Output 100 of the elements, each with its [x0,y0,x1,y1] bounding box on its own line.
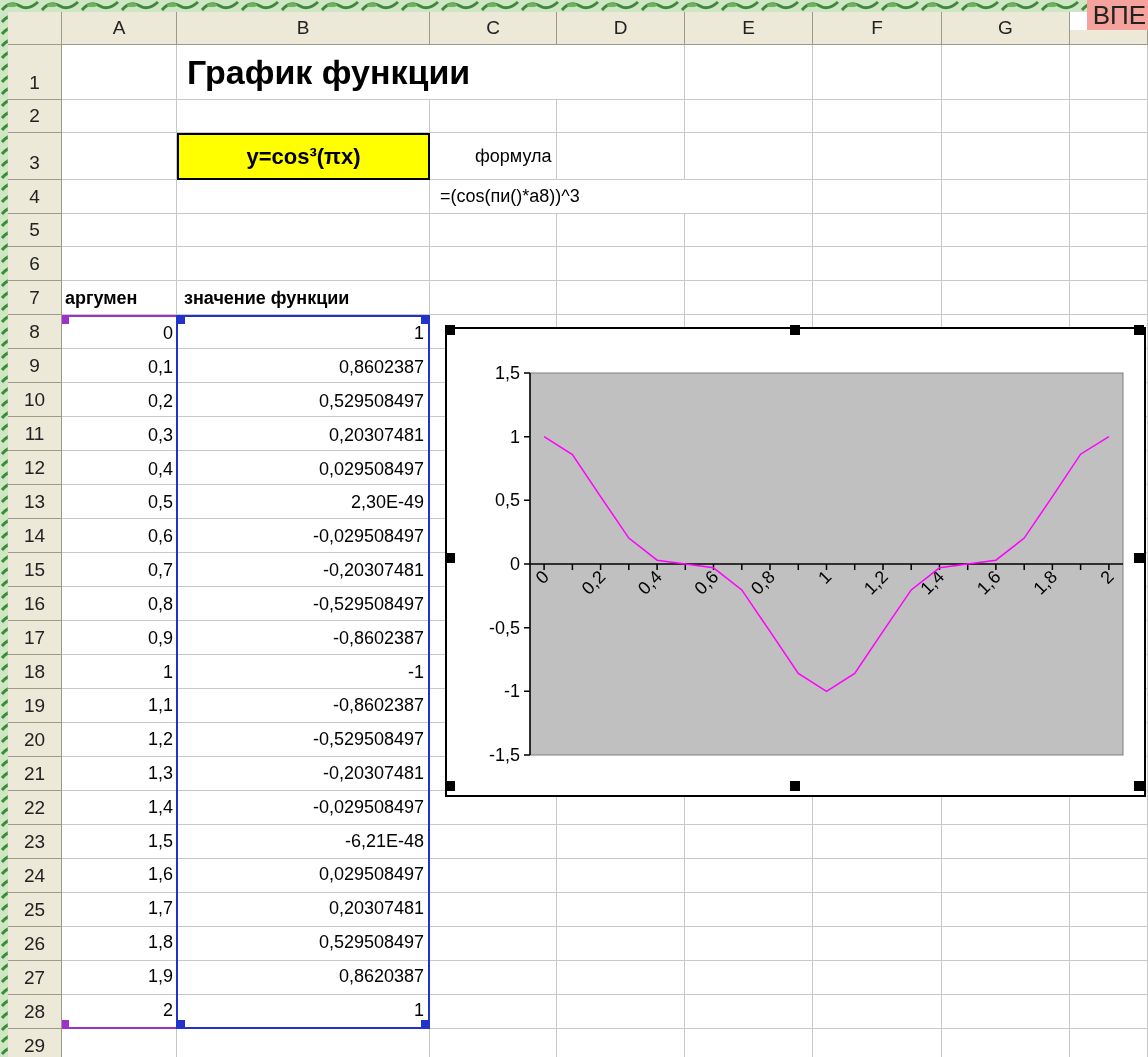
row-header[interactable]: 13 [8,485,62,519]
row-header[interactable]: 17 [8,621,62,655]
table-cell[interactable]: 1,3 [62,756,177,791]
table-cell[interactable]: -0,029508497 [178,790,428,825]
table-cell[interactable]: 2 [62,993,177,1028]
table-cell[interactable]: формула [430,133,557,180]
table-cell[interactable]: 0,3 [62,418,177,453]
table-cell[interactable]: 0,8602387 [178,350,428,385]
row-header[interactable]: 22 [8,791,62,825]
table-cell[interactable]: 0,7 [62,553,177,588]
table-cell[interactable]: -0,8602387 [178,688,428,723]
table-cell[interactable]: -0,529508497 [178,722,428,757]
row-header[interactable]: 11 [8,417,62,451]
table-cell[interactable]: 1,7 [62,891,177,926]
table-cell[interactable]: -0,20307481 [178,756,428,791]
row-header[interactable]: 15 [8,553,62,587]
table-cell[interactable]: 0,029508497 [178,858,428,892]
table-cell[interactable]: аргумен [62,281,177,315]
table-cell[interactable]: 1,9 [62,959,177,994]
row-header[interactable]: 18 [8,655,62,689]
resize-handle[interactable] [790,325,800,335]
chart-area[interactable]: 1,5 1 0,5 0 -0,5 -1 -1,5 0 0,2 0,4 0,6 0,8 1 1,2 1,4 1,6 1,8 2 [445,327,1146,797]
column-header[interactable]: E [685,12,813,45]
row-header[interactable]: 19 [8,689,62,723]
column-header[interactable] [1070,30,1148,45]
resize-handle[interactable] [1134,781,1144,791]
table-cell[interactable]: 0,20307481 [178,891,428,926]
range-handle[interactable] [178,1020,185,1027]
row-header[interactable]: 28 [8,995,62,1029]
row-header[interactable]: 1 [8,45,62,100]
row-header[interactable]: 24 [8,859,62,893]
range-handle[interactable] [421,1020,428,1027]
table-cell[interactable]: 0,529508497 [178,384,428,419]
row-header[interactable]: 29 [8,1029,62,1057]
row-header[interactable]: 12 [8,451,62,485]
row-header[interactable]: 10 [8,383,62,417]
row-header[interactable]: 25 [8,893,62,927]
row-header[interactable]: 14 [8,519,62,553]
row-header[interactable]: 3 [8,133,62,180]
table-cell[interactable]: 1 [62,655,177,689]
row-header[interactable]: 16 [8,587,62,621]
column-header[interactable]: B [177,12,430,45]
table-cell[interactable]: 1 [178,993,428,1028]
resize-handle[interactable] [1134,325,1144,335]
row-header[interactable]: 8 [8,315,62,349]
table-cell[interactable]: 0,20307481 [178,418,428,453]
range-handle[interactable] [421,317,428,324]
row-header[interactable]: 5 [8,214,62,247]
table-cell[interactable]: -1 [178,655,428,689]
row-header[interactable]: 7 [8,281,62,315]
table-cell[interactable]: 1,8 [62,925,177,960]
table-cell[interactable]: 0,8620387 [178,959,428,994]
table-cell[interactable]: 0,4 [62,452,177,487]
table-cell[interactable]: 1,4 [62,790,177,825]
range-handle[interactable] [62,1020,69,1027]
resize-handle[interactable] [445,553,455,563]
row-header[interactable]: 23 [8,825,62,859]
column-header[interactable]: G [942,12,1070,45]
table-cell[interactable]: y=cos³(πx) [177,133,430,180]
resize-handle[interactable] [445,781,455,791]
column-header[interactable]: A [62,12,177,45]
row-header[interactable]: 26 [8,927,62,961]
table-cell[interactable]: 0,5 [62,486,177,520]
range-handle[interactable] [62,317,69,324]
table-cell[interactable]: 0,2 [62,384,177,419]
table-cell[interactable]: 1,2 [62,722,177,757]
table-cell[interactable]: 1,6 [62,858,177,892]
table-cell[interactable]: 1 [178,317,428,351]
table-cell[interactable]: 1,5 [62,824,177,858]
table-cell[interactable]: 0,1 [62,350,177,385]
resize-handle[interactable] [1134,553,1144,563]
table-cell[interactable]: значение функции [177,281,430,315]
select-all-button[interactable] [8,12,62,45]
table-cell[interactable]: -0,529508497 [178,587,428,622]
row-header[interactable]: 21 [8,757,62,791]
axis-label: 1,6 [972,566,1005,599]
column-header[interactable]: F [813,12,942,45]
table-cell[interactable]: 0,8 [62,587,177,622]
range-handle[interactable] [178,317,185,324]
table-cell[interactable]: 0,529508497 [178,925,428,960]
row-header[interactable]: 6 [8,247,62,281]
table-cell[interactable]: -0,20307481 [178,553,428,588]
resize-handle[interactable] [445,325,455,335]
row-header[interactable]: 2 [8,100,62,133]
table-cell[interactable]: -0,029508497 [178,519,428,554]
column-header[interactable]: C [430,12,557,45]
table-cell[interactable]: 0,9 [62,621,177,656]
table-cell[interactable]: 0,029508497 [178,452,428,487]
table-cell[interactable]: -0,8602387 [178,621,428,656]
row-header[interactable]: 9 [8,349,62,383]
row-header[interactable]: 4 [8,180,62,214]
table-cell[interactable]: -6,21E-48 [178,824,428,858]
row-header[interactable]: 20 [8,723,62,757]
row-header[interactable]: 27 [8,961,62,995]
table-cell[interactable]: 2,30E-49 [178,486,428,520]
table-cell[interactable]: 1,1 [62,688,177,723]
table-cell[interactable]: 0 [62,317,177,351]
table-cell[interactable]: 0,6 [62,519,177,554]
column-header[interactable]: D [557,12,685,45]
resize-handle[interactable] [790,781,800,791]
